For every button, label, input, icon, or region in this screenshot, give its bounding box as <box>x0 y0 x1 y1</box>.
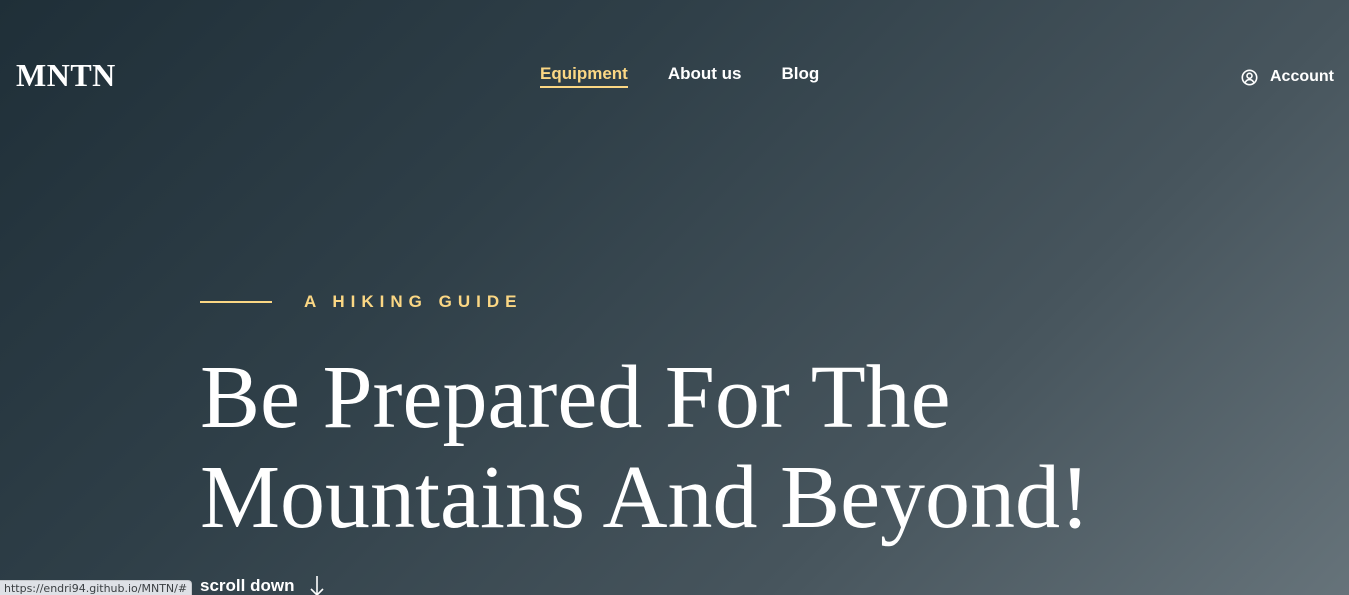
hero-title-line-2: Mountains And Beyond! <box>200 448 1090 547</box>
main-nav: Equipment About us Blog <box>540 63 819 88</box>
scroll-down-label: scroll down <box>200 576 295 595</box>
account-button[interactable]: Account <box>1241 66 1334 88</box>
eyebrow-divider <box>200 301 272 303</box>
account-label: Account <box>1270 68 1334 85</box>
status-bar-url: https://endri94.github.io/MNTN/# <box>0 580 193 595</box>
scroll-down-link[interactable]: scroll down <box>200 575 326 595</box>
nav-item-equipment[interactable]: Equipment <box>540 63 628 88</box>
hero-title: Be Prepared For The Mountains And Beyond… <box>200 348 1200 548</box>
nav-item-about-us[interactable]: About us <box>668 63 742 88</box>
hero-eyebrow: A HIKING GUIDE <box>200 291 522 313</box>
hero-title-line-1: Be Prepared For The <box>200 348 951 447</box>
eyebrow-text: A HIKING GUIDE <box>304 292 523 311</box>
arrow-down-icon <box>308 575 326 595</box>
logo[interactable]: MNTN <box>16 56 116 94</box>
user-circle-icon <box>1241 69 1258 86</box>
nav-item-blog[interactable]: Blog <box>782 63 820 88</box>
